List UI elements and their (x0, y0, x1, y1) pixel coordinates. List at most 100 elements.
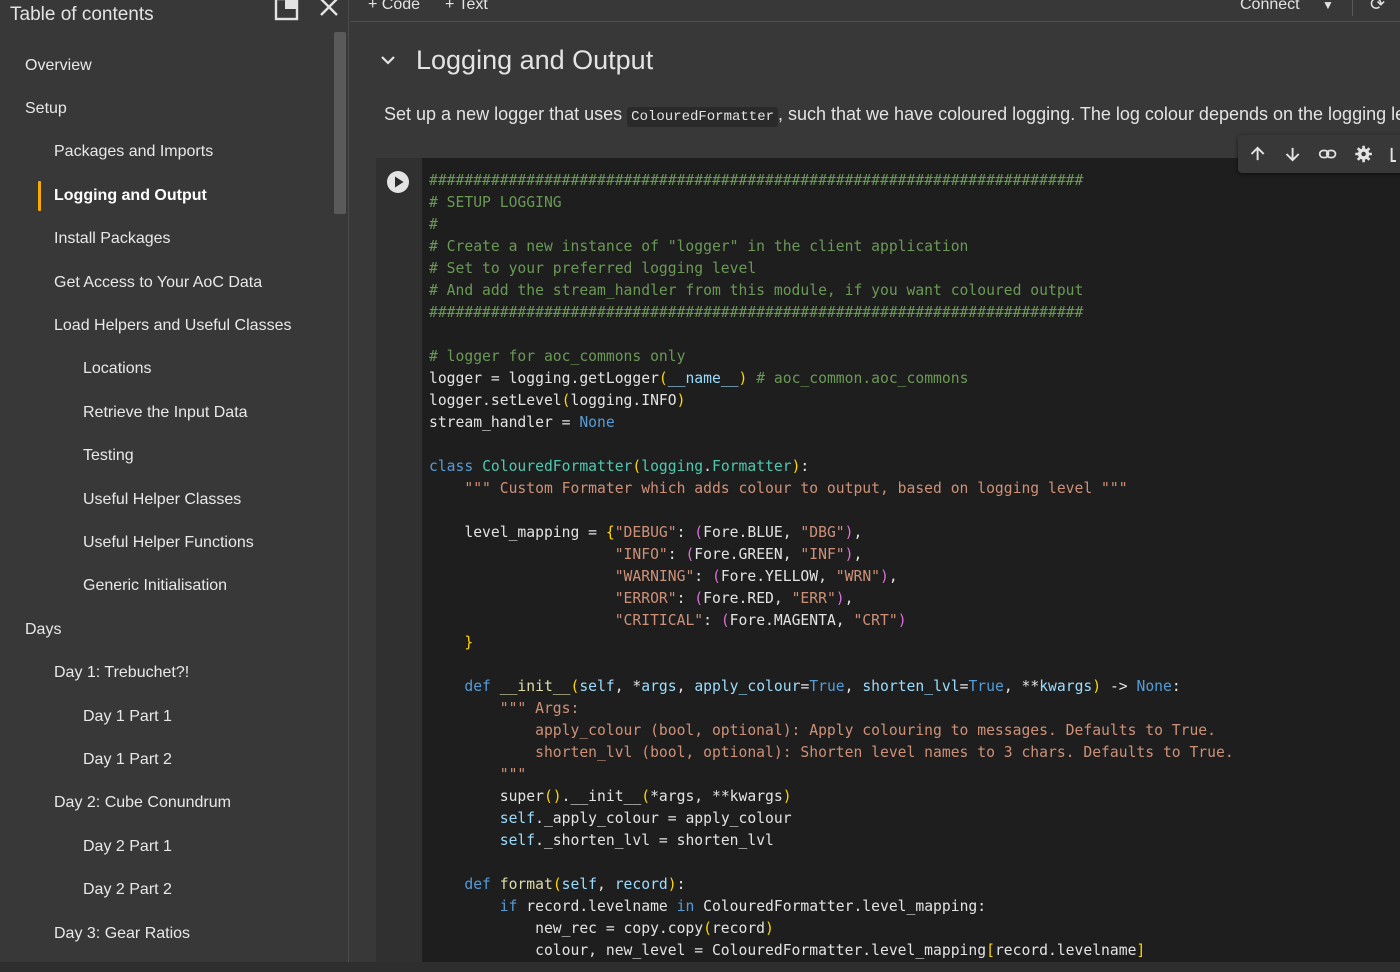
sync-icon[interactable]: ⟳ (1370, 0, 1385, 15)
run-cell-icon[interactable] (386, 170, 410, 194)
toc-item-label: Day 1: Trebuchet?! (54, 664, 190, 682)
code-token: : (667, 546, 686, 563)
toc-item-label: Days (25, 620, 62, 638)
code-token: ColouredFormatter.level_mapping: (694, 898, 987, 915)
toc-item[interactable]: Packages and Imports (0, 131, 334, 174)
code-token: format (499, 876, 553, 893)
code-token: , (888, 568, 898, 585)
toc-item[interactable]: Install Packages (0, 218, 334, 261)
code-token: if (429, 898, 527, 915)
code-editor[interactable]: ########################################… (422, 158, 1400, 972)
toc-item[interactable]: Useful Helper Classes (0, 478, 334, 521)
toc-item[interactable]: Load Helpers and Useful Classes (0, 304, 334, 347)
toc-item-label: Useful Helper Classes (83, 490, 242, 508)
add-code-button[interactable]: + Code (368, 0, 420, 14)
toc-item[interactable]: Generic Initialisation (0, 565, 334, 608)
move-down-icon[interactable] (1283, 143, 1302, 165)
toc-item[interactable]: Day 1 Part 1 (0, 695, 334, 738)
toc-item-label: Overview (25, 56, 92, 74)
toc-item-label: Logging and Output (54, 186, 207, 204)
toc-item-label: Day 3: Gear Ratios (54, 924, 191, 942)
close-icon[interactable] (316, 0, 344, 22)
code-token: Fore.GREEN, (694, 546, 801, 563)
code-token: : (703, 612, 721, 629)
toc-item[interactable]: Overview (0, 44, 334, 87)
edit-icon[interactable] (1389, 143, 1400, 165)
toc-item-label: Generic Initialisation (83, 577, 228, 595)
toc-item[interactable]: Testing (0, 435, 334, 478)
toc-item-label: Locations (83, 360, 152, 378)
code-token: __name__ (667, 370, 739, 387)
toc-item-label: Testing (83, 447, 134, 465)
toc-item[interactable]: Day 2: Cube Conundrum (0, 782, 334, 825)
code-token: : (676, 590, 695, 607)
toc-item[interactable]: Day 2 Part 1 (0, 825, 334, 868)
code-token: ) (835, 590, 845, 607)
toc-item[interactable]: Day 1 Part 2 (0, 738, 334, 781)
code-token: ########################################… (429, 304, 1084, 321)
code-token: record.levelname (994, 942, 1137, 959)
toc-item-label: Day 1 Part 2 (83, 750, 172, 768)
code-cell[interactable]: ########################################… (376, 158, 1400, 972)
code-token: new_rec = copy.copy (429, 920, 704, 937)
open-in-tab-icon[interactable] (273, 0, 301, 22)
code-token: True (809, 678, 845, 695)
toc-item[interactable]: Day 2 Part 2 (0, 868, 334, 911)
toc-item[interactable]: Retrieve the Input Data (0, 391, 334, 434)
code-line: "CRITICAL": (Fore.MAGENTA, "CRT") (429, 610, 1400, 632)
code-token: Formatter (711, 458, 792, 475)
toc-item[interactable]: Setup (0, 87, 334, 130)
code-token: apply_colour (694, 678, 801, 695)
section-title: Logging and Output (416, 44, 654, 75)
code-token: __init__ (499, 678, 571, 695)
table-of-contents-panel: Table of contents Overview Setup Packages … (0, 0, 349, 972)
code-token: : (676, 876, 686, 893)
code-token: .__init__ (561, 788, 642, 805)
code-token: ( (703, 920, 712, 937)
connect-button[interactable]: Connect (1240, 0, 1300, 14)
code-token: self (429, 810, 536, 827)
code-token: ########################################… (429, 172, 1084, 189)
code-token: : (800, 458, 810, 475)
toc-item[interactable]: Days (0, 608, 334, 651)
cell-gutter (376, 158, 422, 972)
code-token: ( (685, 546, 695, 563)
move-up-icon[interactable] (1248, 143, 1267, 165)
code-token: self (579, 678, 615, 695)
gear-icon[interactable] (1354, 143, 1373, 165)
code-line: # And add the stream_handler from this m… (429, 280, 1400, 302)
toc-item[interactable]: Locations (0, 348, 334, 391)
code-token: Fore.MAGENTA, (729, 612, 854, 629)
code-token: logging.INFO (570, 392, 677, 409)
toc-item[interactable]: Logging and Output (0, 174, 334, 217)
code-line: logger = logging.getLogger(__name__) # a… (429, 368, 1400, 390)
sidebar-scrollbar[interactable] (334, 32, 346, 214)
toc-item[interactable]: Day 1: Trebuchet?! (0, 651, 334, 694)
code-line: # Set to your preferred logging level (429, 258, 1400, 280)
code-line: } (429, 632, 1400, 654)
code-token: *args, **kwargs (650, 788, 783, 805)
code-line: """ (429, 764, 1400, 786)
code-token: """ Custom Formater which adds colour to… (429, 480, 1128, 497)
code-token: , ** (1003, 678, 1040, 695)
toc-item[interactable]: Get Access to Your AoC Data (0, 261, 334, 304)
code-line: self._shorten_lvl = shorten_lvl (429, 830, 1400, 852)
description-text: Set up a new logger that uses (384, 104, 628, 124)
code-line: self._apply_colour = apply_colour (429, 808, 1400, 830)
toc-item[interactable]: Day 3: Gear Ratios (0, 912, 334, 955)
horizontal-scrollbar[interactable] (0, 962, 1400, 972)
code-token: apply_colour (bool, optional): Apply col… (429, 722, 1216, 739)
collapse-chevron-icon[interactable] (378, 50, 398, 70)
toc-item-label: Day 1 Part 1 (83, 707, 172, 725)
toc-item-label: Day 2 Part 2 (83, 881, 172, 899)
add-text-button[interactable]: + Text (445, 0, 488, 14)
code-line: def format(self, record): (429, 874, 1400, 896)
code-token: record.levelname (526, 898, 677, 915)
chevron-down-icon[interactable]: ▼ (1322, 0, 1334, 12)
toc-item[interactable]: Useful Helper Functions (0, 521, 334, 564)
code-token: ( (658, 370, 668, 387)
link-icon[interactable] (1318, 143, 1337, 165)
